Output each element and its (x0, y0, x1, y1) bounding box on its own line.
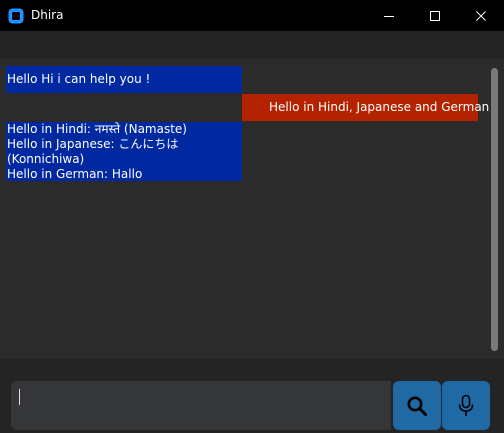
search-icon (407, 396, 427, 416)
maximize-button[interactable] (412, 0, 458, 31)
microphone-icon (458, 394, 474, 416)
message-input[interactable] (11, 381, 391, 430)
close-button[interactable] (458, 0, 504, 31)
minimize-button[interactable] (366, 0, 412, 31)
window-title: Dhira (31, 8, 64, 22)
scrollbar-thumb[interactable] (491, 68, 498, 351)
text-caret (19, 389, 20, 405)
search-button[interactable] (393, 381, 441, 430)
bot-message: Hello Hi i can help you ! (6, 66, 242, 93)
close-icon (476, 10, 486, 21)
app-icon (8, 8, 24, 24)
minimize-icon (384, 15, 394, 17)
bot-message: Hello in Hindi: नमस्ते (Namaste) Hello i… (6, 122, 242, 181)
message-text: Hello in Japanese: こんにちは (7, 137, 179, 151)
top-strip (0, 31, 504, 59)
message-text: Hello Hi i can help you ! (7, 72, 151, 86)
title-bar: Dhira (0, 0, 504, 31)
microphone-button[interactable] (442, 381, 490, 430)
message-text: Hello in Hindi, Japanese and German (269, 100, 490, 114)
message-text: Hello in Hindi: नमस्ते (Namaste) (7, 122, 187, 136)
message-text: Hello in German: Hallo (7, 167, 143, 181)
maximize-icon (430, 10, 440, 21)
user-message: Hello in Hindi, Japanese and German (242, 94, 490, 121)
message-text: (Konnichiwa) (7, 152, 85, 166)
